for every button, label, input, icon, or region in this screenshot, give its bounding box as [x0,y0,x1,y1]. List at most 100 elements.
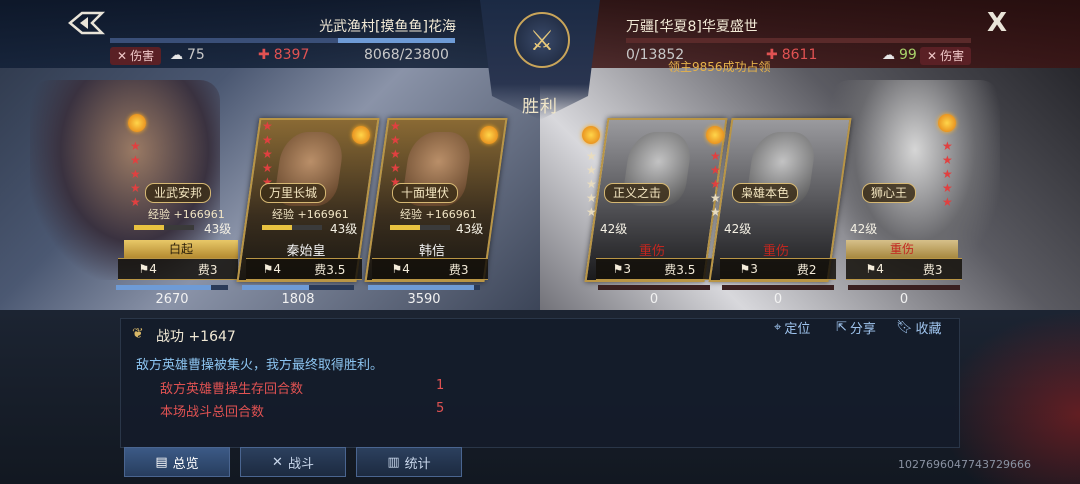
star-icon: ★ [710,163,721,177]
left-hero-2-troop-bar [242,285,354,290]
star-icon: ★ [130,167,141,181]
left-hero-3-cost-row: ⚑4 费3 [372,258,488,280]
right-hero-1-level: 42级 [600,222,628,236]
troop-type-icon: ⚑3 [612,262,632,276]
left-hero-3-stars: ★ ★ ★ ★ ★ [390,120,401,188]
star-icon: ★ [390,161,401,175]
tab-overview[interactable]: ▤ 总览 [124,447,230,477]
star-icon: ★ [130,195,141,209]
troop-type-icon: ⚑4 [865,262,884,276]
star-icon: ★ [710,149,721,163]
left-hero-2-skill[interactable]: 万里长城 [260,183,327,203]
right-hero-2-troop-bar [722,285,834,290]
star-icon: ★ [586,191,597,205]
document-icon: ▤ [155,454,168,470]
collect-button[interactable]: 🔖︎ 收藏 [896,318,942,337]
bookmark-icon: 🔖︎ [896,320,913,335]
right-hero-1-troops: 0 [649,292,659,307]
left-hero-1-skill[interactable]: 业武安邦 [145,183,212,203]
star-icon: ★ [390,147,401,161]
right-hero-3-skill[interactable]: 狮心王 [862,183,917,203]
star-icon: ★ [942,139,953,153]
right-hero-2-status: 重伤 [762,244,789,259]
left-hero-3-sun-icon [480,126,498,144]
left-hero-2-name: 秦始皇 [286,244,326,259]
right-wounded: ✚ 8611 [766,47,818,63]
right-hero-3-stars: ★ ★ ★ ★ ★ [942,140,953,208]
left-team-name: 光武渔村[摸鱼鱼]花海 [319,19,456,35]
left-hero-3-level-bar [390,225,450,230]
right-hero-1-status: 重伤 [638,244,665,259]
battle-id: 1027696047743729666 [898,458,1031,471]
star-icon: ★ [262,119,273,133]
right-hero-1-stars: ★ ★ ★ ★ ★ [586,150,597,218]
right-hero-3-level: 42级 [850,222,878,236]
star-icon: ★ [390,119,401,133]
left-hero-1-troops: 2670 [155,292,189,307]
star-icon: ★ [710,191,721,205]
left-hero-1-level: 43级 [204,222,232,236]
right-hero-2-cost-row: ⚑3 费2 [720,258,836,280]
morale-icon: ☁ [170,47,183,63]
left-hero-2-stars: ★ ★ ★ ★ ★ [262,120,273,188]
back-arrow-icon[interactable] [64,8,108,38]
right-hero-1-skill[interactable]: 正义之击 [604,183,671,203]
right-hero-2-skill[interactable]: 枭雄本色 [732,183,799,203]
share-icon: ⇱ [836,320,847,335]
right-hero-2-level: 42级 [724,222,752,236]
right-hero-3-status: 重伤 [846,240,958,258]
right-hero-3-sun-icon [938,114,956,132]
right-hero-2-sun-icon [706,126,724,144]
star-icon: ★ [130,181,141,195]
star-icon: ★ [390,133,401,147]
star-icon: ★ [262,161,273,175]
troop-type-icon: ⚑4 [391,262,410,276]
left-hero-1-cost-row: ⚑4 费3 [118,258,238,280]
left-hero-3-skill[interactable]: 十面埋伏 [392,183,459,203]
locate-button[interactable]: ⌖ 定位 [774,318,810,337]
star-icon: ★ [942,153,953,167]
left-hero-2-troops: 1808 [281,292,315,307]
right-hero-3-troops: 0 [899,292,909,307]
left-hero-3-troops: 3590 [407,292,441,307]
left-damage-toggle[interactable]: ✕ 伤害 [110,47,162,65]
star-icon: ★ [710,205,721,219]
star-icon: ★ [130,153,141,167]
right-hero-2-troops: 0 [773,292,783,307]
close-button[interactable]: X [980,6,1014,40]
left-hero-3-name: 韩信 [418,244,445,259]
right-troop-bar [626,38,971,43]
location-pin-icon: ⌖ [774,320,782,335]
share-button[interactable]: ⇱ 分享 [836,318,876,337]
right-hero-2-stars: ★ ★ ★ ★ ★ [710,150,721,218]
right-team-name: 万疆[华夏8]华夏盛世 [626,19,758,35]
troop-type-icon: ⚑4 [262,262,282,276]
star-icon: ★ [586,163,597,177]
star-icon: ★ [942,195,953,209]
left-hero-2-level-bar [262,225,322,230]
close-x-icon: ✕ [117,49,128,63]
right-hero-1-troop-bar [598,285,710,290]
star-icon: ★ [262,133,273,147]
right-damage-toggle[interactable]: ✕ 伤害 [920,47,972,65]
tab-statistics[interactable]: ▥ 统计 [356,447,462,477]
left-hero-2-cost-row: ⚑4 费3.5 [246,258,362,280]
medical-cross-icon: ✚ [258,47,270,63]
left-hero-3-troop-bar [368,285,480,290]
right-hero-1-cost-row: ⚑3 费3.5 [596,258,712,280]
battle-summary: 敌方英雄曹操被集火，我方最终取得胜利。 [136,358,384,373]
report-row-value: 1 [436,378,445,393]
right-hero-3-cost-row: ⚑4 费3 [846,258,962,280]
right-hero-1-sun-icon [582,126,600,144]
star-icon: ★ [942,167,953,181]
close-x-icon: ✕ [927,49,938,63]
left-hero-1-stars: ★ ★ ★ ★ ★ [130,140,141,208]
star-icon: ★ [586,149,597,163]
left-troops-count: 8068/23800 [364,47,449,63]
bar-chart-icon: ▥ [387,454,400,470]
left-hero-1-sun-icon [128,114,146,132]
star-icon: ★ [130,139,141,153]
left-hero-1-level-bar [134,225,194,230]
tab-battle[interactable]: ✕ 战斗 [240,447,346,477]
merit-laurel-icon: ❦ [132,326,144,342]
